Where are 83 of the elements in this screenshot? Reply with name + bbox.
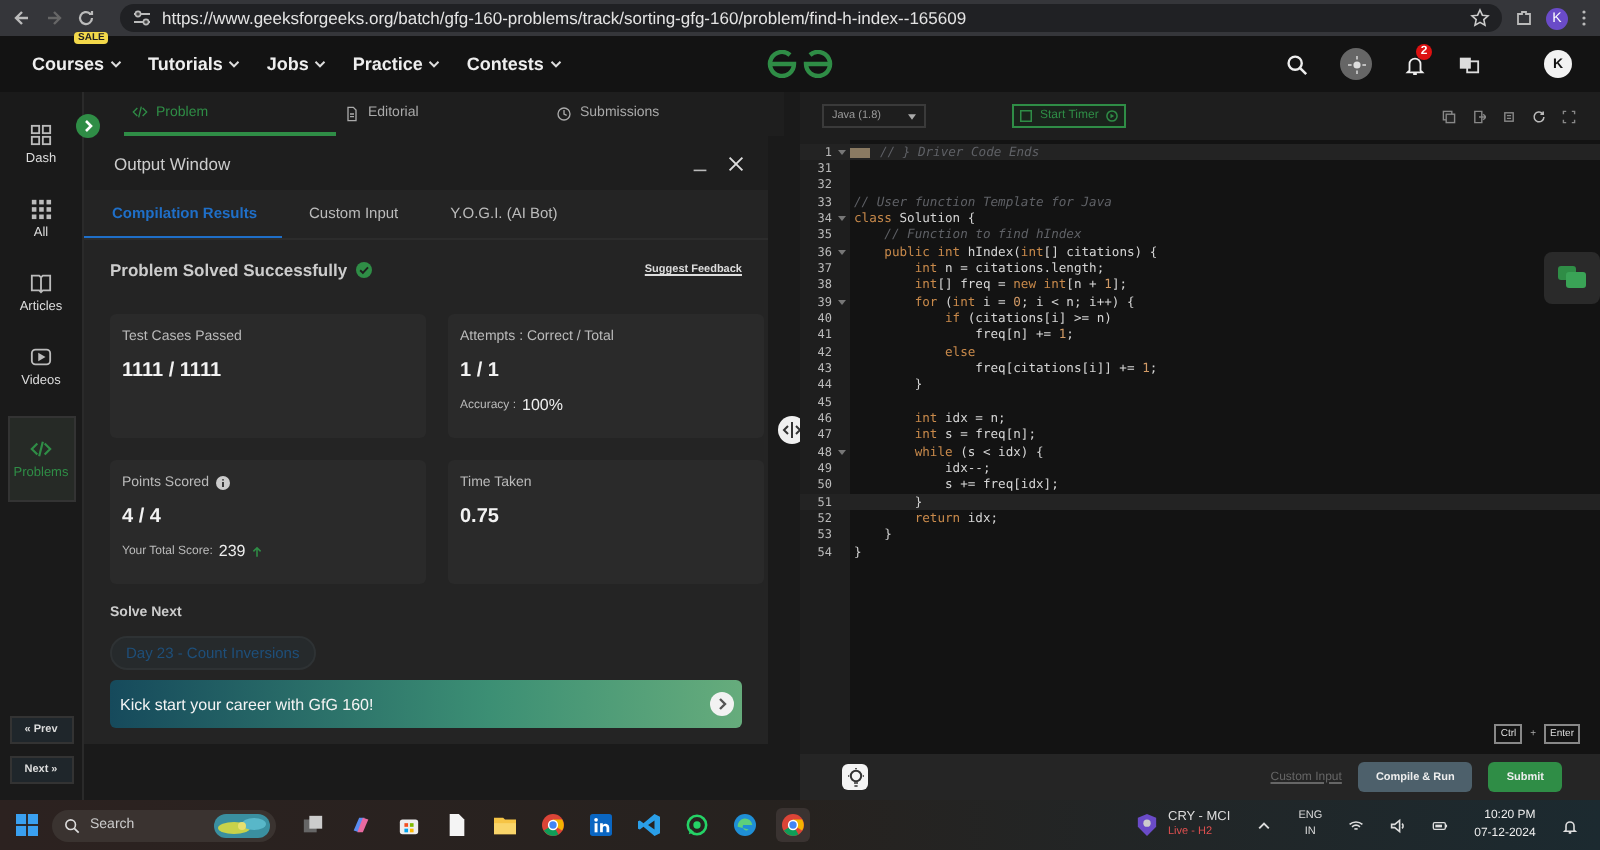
articles-icon [30, 272, 52, 294]
theme-toggle[interactable] [1340, 48, 1372, 80]
browser-icon[interactable] [734, 814, 756, 836]
clock-icon [556, 105, 572, 121]
fullscreen-icon[interactable] [1562, 109, 1576, 123]
site-settings-icon[interactable] [132, 8, 152, 28]
code-editor-icon[interactable] [638, 814, 660, 836]
close-icon[interactable] [728, 155, 744, 171]
reset-icon[interactable] [1532, 109, 1546, 123]
translate-icon[interactable] [1458, 53, 1480, 75]
windows-start-icon[interactable] [16, 814, 38, 836]
nav-menu-item[interactable]: Contests [466, 54, 562, 74]
card-value: 4 / 4 [122, 506, 163, 528]
caret-icon [549, 60, 562, 68]
copilot-icon[interactable] [350, 814, 372, 836]
banner-text: Kick start your career with GfG 160! [120, 695, 376, 713]
nav-menu-item[interactable]: Courses [32, 54, 123, 74]
format-icon[interactable] [1502, 109, 1516, 123]
dash-icon [30, 124, 52, 146]
chrome-icon[interactable] [542, 814, 564, 836]
task-view-icon[interactable] [302, 814, 324, 836]
problems-icon [30, 438, 52, 460]
chat-bubble-icon[interactable] [686, 814, 708, 836]
search-icon [64, 817, 80, 833]
volume-icon[interactable] [1390, 817, 1407, 833]
chrome-icon[interactable] [782, 814, 804, 836]
lightbulb-icon [845, 767, 865, 787]
note-value: 239 [218, 542, 246, 560]
sun-icon [1347, 55, 1365, 73]
reload-icon[interactable] [76, 8, 96, 28]
import-icon[interactable] [1472, 109, 1486, 123]
hint-button[interactable] [842, 764, 868, 790]
card-value: 1 / 1 [460, 360, 501, 382]
check-icon [355, 262, 372, 278]
chevron-up-icon[interactable] [1256, 817, 1273, 833]
caret-icon [110, 60, 123, 68]
fold-arrow-icon[interactable] [837, 148, 845, 157]
caret-icon [228, 60, 241, 68]
chat-icon[interactable] [1544, 252, 1600, 304]
promo-banner[interactable]: Kick start your career with GfG 160! [110, 680, 742, 728]
document-icon[interactable] [446, 814, 468, 836]
folded-code-marker[interactable] [850, 147, 870, 158]
notification-bell-icon[interactable] [1561, 817, 1578, 833]
fold-arrow-icon[interactable] [837, 248, 845, 257]
battery-icon[interactable] [1432, 817, 1449, 833]
club-crest-icon[interactable] [1136, 814, 1158, 836]
caret-icon [908, 113, 916, 119]
videos-icon [30, 346, 52, 368]
info-icon[interactable] [215, 476, 230, 490]
nav-menu-item[interactable]: Jobs [266, 54, 327, 74]
play-icon [1106, 110, 1119, 122]
note-value: 100% [522, 396, 563, 414]
menu-icon[interactable] [1580, 8, 1588, 28]
logo-icon[interactable] [766, 50, 834, 78]
folder-icon[interactable] [494, 814, 516, 836]
nav-menu-item[interactable]: Tutorials [148, 54, 241, 74]
doc-icon [344, 105, 360, 121]
caret-icon [314, 60, 327, 68]
linkedin-icon[interactable] [590, 814, 612, 836]
url-text: https://www.geeksforgeeks.org/batch/gfg-160-problems/track/sorting-gfg-160/problem/find-h-index--165609 [162, 8, 969, 28]
fold-arrow-icon[interactable] [837, 214, 845, 223]
code-icon [132, 104, 148, 120]
chevron-right-icon[interactable] [710, 692, 734, 716]
card-value: 1111 / 1111 [122, 360, 224, 382]
copy-icon[interactable] [1442, 109, 1456, 123]
back-icon[interactable] [12, 8, 32, 28]
expand-icon[interactable] [76, 114, 100, 138]
store-icon[interactable] [398, 814, 420, 836]
star-icon[interactable] [1470, 8, 1490, 28]
address-bar[interactable]: https://www.geeksforgeeks.org/batch/gfg-160-problems/track/sorting-gfg-160/problem/find-h-index--165609 [120, 4, 1502, 32]
caret-icon [428, 60, 441, 68]
fold-arrow-icon[interactable] [837, 298, 845, 307]
search-icon[interactable] [1286, 53, 1308, 75]
status-message: Problem Solved Successfully [110, 260, 348, 280]
extensions-icon[interactable] [1514, 8, 1534, 28]
card-value: 0.75 [460, 506, 501, 528]
fold-arrow-icon[interactable] [837, 448, 845, 457]
square-icon [1020, 110, 1032, 122]
wifi-icon[interactable] [1348, 817, 1365, 833]
bell-icon[interactable] [1404, 53, 1426, 75]
window-title: Output Window [114, 153, 233, 173]
nav-menu-item[interactable]: Practice [352, 54, 441, 74]
all-icon [30, 198, 52, 220]
